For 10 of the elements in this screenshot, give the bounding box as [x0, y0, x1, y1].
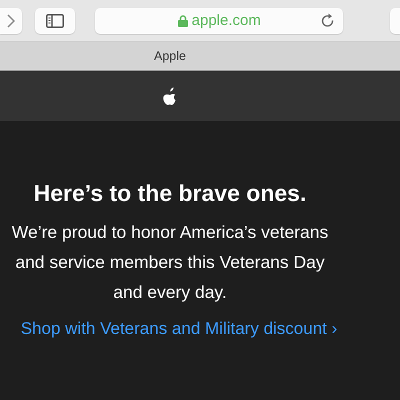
body-text: We’re proud to honor America’s veterans and service members this Veterans Day and every day. [10, 221, 330, 304]
tab-title[interactable]: Apple [154, 49, 186, 63]
chevron-right-icon [6, 14, 15, 28]
forward-button[interactable] [0, 8, 22, 34]
sidebar-button[interactable] [34, 8, 76, 34]
sidebar-icon [46, 14, 64, 28]
headline: Here’s to the brave ones. [34, 180, 306, 207]
reload-icon[interactable] [321, 12, 336, 28]
discount-link[interactable]: Shop with Veterans and Military discount › [20, 319, 338, 339]
url-text: apple.com [192, 12, 261, 29]
